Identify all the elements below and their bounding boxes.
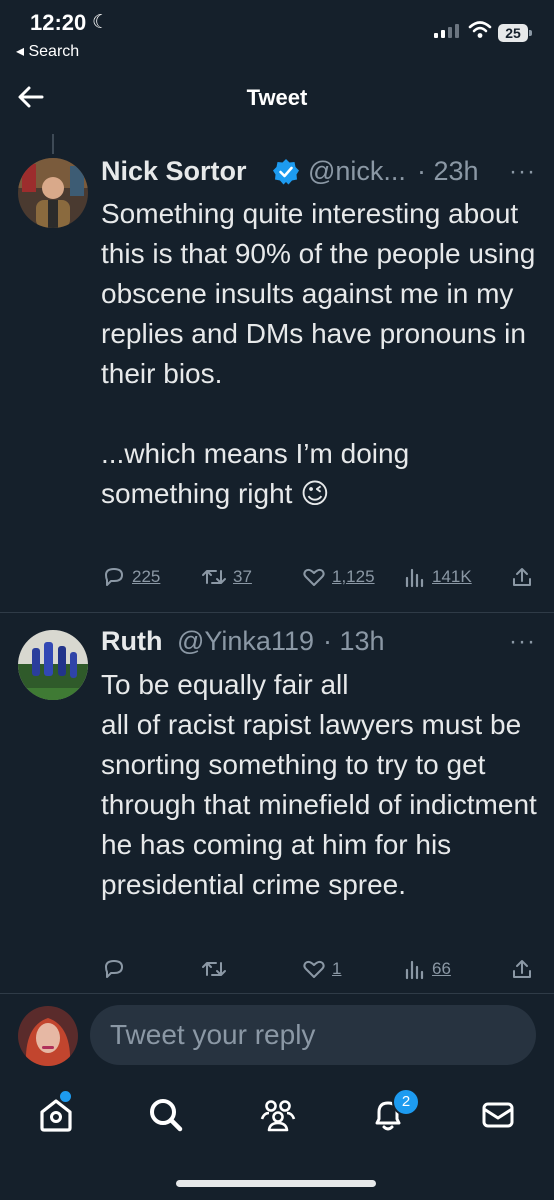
status-time: 12:20 <box>30 10 87 35</box>
views-action[interactable]: 141K <box>404 566 472 588</box>
views-action[interactable]: 66 <box>404 958 451 980</box>
divider <box>0 993 554 994</box>
share-icon[interactable] <box>511 566 533 588</box>
retweet-icon <box>202 570 226 584</box>
retweet-count: 37 <box>233 567 252 586</box>
tweet-text: To be equally fair all all of racist rap… <box>101 669 537 900</box>
view-count: 141K <box>432 567 472 586</box>
reply-count: 225 <box>132 567 161 586</box>
retweet-action[interactable]: 37 <box>201 566 252 588</box>
my-avatar[interactable] <box>18 1006 78 1066</box>
tweet-time: · 23h <box>417 156 479 186</box>
author-name[interactable]: Ruth <box>101 626 162 657</box>
reply-icon <box>105 960 123 978</box>
avatar[interactable] <box>18 630 88 700</box>
reply-action[interactable]: 225 <box>102 566 160 588</box>
wifi-icon <box>468 21 492 38</box>
tweet-time: · 13h <box>323 626 385 656</box>
like-count: 1 <box>332 959 342 978</box>
verified-badge-icon <box>273 159 299 185</box>
more-icon[interactable]: ··· <box>509 158 536 186</box>
views-icon <box>405 568 424 588</box>
view-count: 66 <box>432 959 451 978</box>
divider <box>0 612 554 613</box>
thread-connector <box>52 134 54 154</box>
like-action[interactable]: 1 <box>302 958 341 980</box>
messages-icon[interactable] <box>478 1095 518 1135</box>
views-icon <box>405 960 424 980</box>
retweet-icon <box>202 962 226 976</box>
retweet-action[interactable] <box>201 958 233 980</box>
battery-indicator: 25 <box>498 24 532 42</box>
notifications-badge: 2 <box>392 1088 420 1116</box>
author-name[interactable]: Nick Sortor <box>101 156 247 187</box>
author-handle[interactable]: @Yinka119 <box>177 626 314 657</box>
more-icon[interactable]: ··· <box>509 628 536 656</box>
signal-icon <box>434 24 459 38</box>
page-title: Tweet <box>246 85 308 110</box>
author-handle[interactable]: @nick... <box>308 156 406 187</box>
like-icon <box>303 568 325 586</box>
like-icon <box>303 960 325 978</box>
tweet-text: Something quite interesting about this i… <box>101 198 536 509</box>
moon-icon: ☾ <box>92 12 110 33</box>
reply-icon <box>105 568 123 586</box>
home-indicator <box>176 1180 376 1187</box>
home-unread-dot <box>58 1089 73 1104</box>
back-to-search-link[interactable]: ◂ Search <box>16 41 79 61</box>
avatar[interactable] <box>18 158 88 228</box>
like-action[interactable]: 1,125 <box>302 566 375 588</box>
like-count: 1,125 <box>332 567 375 586</box>
search-icon[interactable] <box>146 1095 186 1135</box>
share-icon[interactable] <box>511 958 533 980</box>
communities-icon[interactable] <box>258 1095 298 1135</box>
reply-input[interactable]: Tweet your reply <box>90 1005 536 1065</box>
reply-action[interactable] <box>102 958 132 980</box>
